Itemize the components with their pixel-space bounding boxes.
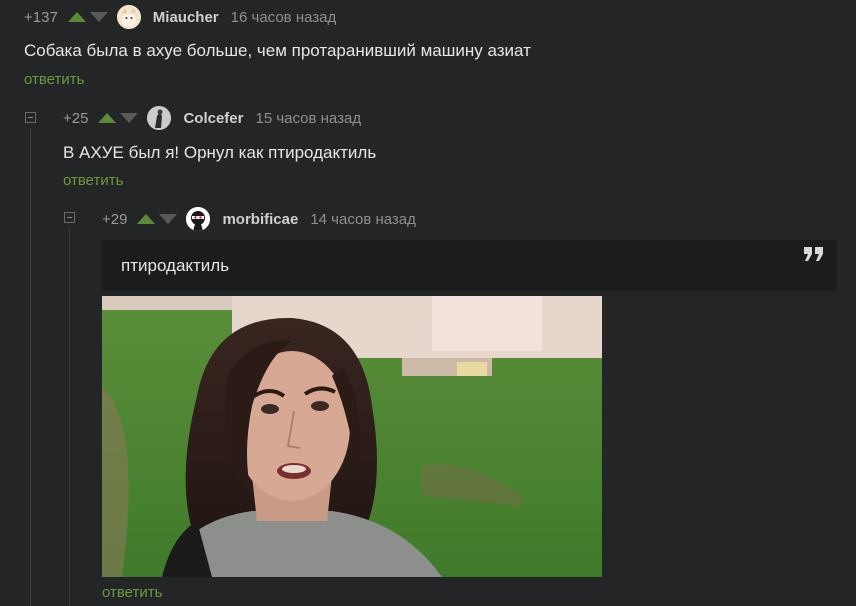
quote-block: птиродактиль xyxy=(102,240,837,291)
quote-text: птиродактиль xyxy=(121,256,230,275)
arrow-up-icon[interactable] xyxy=(137,214,156,224)
arrow-up-icon[interactable] xyxy=(67,12,86,22)
figure-avatar-icon xyxy=(147,106,172,130)
comment-rating: +137 xyxy=(24,8,58,26)
arrow-down-icon[interactable] xyxy=(120,113,139,123)
arrow-down-icon[interactable] xyxy=(89,12,108,22)
comment-header: +25 Colcefer 15 часов назад xyxy=(63,105,361,131)
ninja-avatar-icon xyxy=(186,207,211,231)
avatar[interactable] xyxy=(116,5,141,29)
comment-header: +137 Miaucher 16 часов назад xyxy=(24,4,336,30)
comment-text: Собака была в ахуе больше, чем протарани… xyxy=(24,41,531,60)
reply-link[interactable]: ответить xyxy=(63,172,123,189)
comment-image[interactable] xyxy=(102,296,602,577)
comment-author[interactable]: morbificae xyxy=(222,211,298,228)
collapse-button[interactable] xyxy=(64,212,75,223)
comment-time[interactable]: 16 часов назад xyxy=(231,9,337,26)
avatar[interactable] xyxy=(186,207,211,231)
comment-rating: +29 xyxy=(102,210,128,228)
collapse-button[interactable] xyxy=(25,112,36,123)
comment-text: В АХУЕ был я! Орнул как птиродактиль xyxy=(63,143,377,162)
comment-author[interactable]: Colcefer xyxy=(183,110,243,127)
arrow-down-icon[interactable] xyxy=(159,214,178,224)
comment-rating: +25 xyxy=(63,109,89,127)
thread-line-level-2 xyxy=(69,228,70,606)
cat-avatar-icon xyxy=(116,5,141,29)
reply-link[interactable]: ответить xyxy=(102,584,162,601)
reply-link[interactable]: ответить xyxy=(24,71,84,88)
quote-icon xyxy=(804,247,823,261)
thread-line-level-1 xyxy=(30,128,31,606)
photo-woman-frowning-icon xyxy=(102,296,602,577)
avatar[interactable] xyxy=(147,106,172,130)
comment-time[interactable]: 14 часов назад xyxy=(310,211,416,228)
comment-header: +29 morbificae 14 часов назад xyxy=(102,206,416,232)
comment-time[interactable]: 15 часов назад xyxy=(255,110,361,127)
comment-author[interactable]: Miaucher xyxy=(153,9,219,26)
arrow-up-icon[interactable] xyxy=(98,113,117,123)
